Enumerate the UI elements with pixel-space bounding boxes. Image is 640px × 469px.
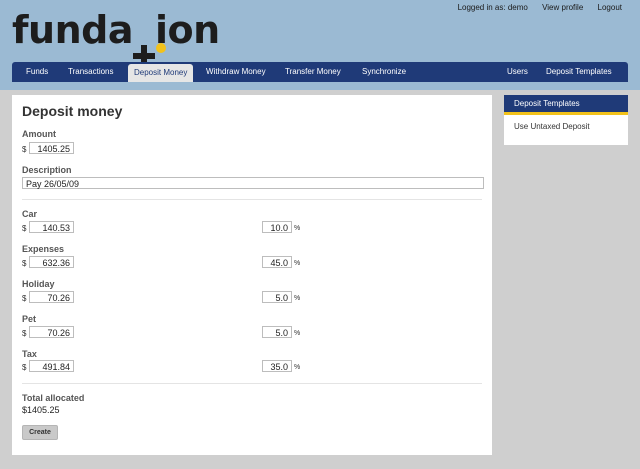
view-profile-link[interactable]: View profile — [542, 3, 583, 12]
category-amount-holiday[interactable]: 70.26 — [29, 291, 74, 303]
nav-deposit-money[interactable]: Deposit Money — [128, 64, 194, 82]
category-label-holiday: Holiday — [22, 279, 55, 289]
currency-symbol: $ — [22, 363, 27, 372]
category-percent-car[interactable]: 10.0 — [262, 221, 292, 233]
description-input[interactable]: Pay 26/05/09 — [22, 177, 484, 189]
category-amount-pet[interactable]: 70.26 — [29, 326, 74, 338]
category-amount-expenses[interactable]: 632.36 — [29, 256, 74, 268]
currency-symbol: $ — [22, 329, 27, 338]
user-links: Logged in as: demo View profile Logout — [446, 3, 622, 12]
percent-sign: % — [294, 330, 301, 337]
nav-withdraw-money[interactable]: Withdraw Money — [206, 62, 266, 82]
nav-transactions[interactable]: Transactions — [68, 62, 114, 82]
percent-sign: % — [294, 295, 301, 302]
percent-sign: % — [294, 364, 301, 371]
deposit-templates-sidebar: Deposit Templates Use Untaxed Deposit — [504, 95, 628, 145]
currency-symbol: $ — [22, 294, 27, 303]
logout-link[interactable]: Logout — [598, 3, 622, 12]
category-percent-pet[interactable]: 5.0 — [262, 326, 292, 338]
header-bar: funda ion Logged in as: demo View profile… — [0, 0, 640, 90]
category-percent-tax[interactable]: 35.0 — [262, 360, 292, 372]
nav-transfer-money[interactable]: Transfer Money — [285, 62, 341, 82]
category-label-car: Car — [22, 209, 38, 219]
category-amount-car[interactable]: 140.53 — [29, 221, 74, 233]
nav-funds[interactable]: Funds — [26, 62, 48, 82]
divider — [22, 383, 482, 384]
category-percent-expenses[interactable]: 45.0 — [262, 256, 292, 268]
sidebar-item-use-untaxed-deposit[interactable]: Use Untaxed Deposit — [514, 122, 590, 131]
nav-deposit-templates[interactable]: Deposit Templates — [546, 62, 612, 82]
percent-sign: % — [294, 225, 301, 232]
category-label-pet: Pet — [22, 314, 37, 324]
amount-input[interactable]: 1405.25 — [29, 142, 74, 154]
create-button[interactable]: Create — [22, 425, 58, 440]
category-percent-holiday[interactable]: 5.0 — [262, 291, 292, 303]
deposit-form-panel: Deposit money Amount $ 1405.25 Descripti… — [12, 95, 492, 455]
amount-label: Amount — [22, 129, 56, 139]
fundation-logo[interactable]: funda ion — [12, 8, 220, 79]
total-allocated-value: $1405.25 — [22, 405, 60, 415]
total-allocated-label: Total allocated — [22, 393, 85, 403]
page-title: Deposit money — [22, 103, 123, 119]
description-label: Description — [22, 165, 72, 175]
main-nav: Funds Transactions Deposit Money Withdra… — [12, 62, 628, 82]
currency-symbol: $ — [22, 259, 27, 268]
percent-sign: % — [294, 260, 301, 267]
nav-users[interactable]: Users — [507, 62, 528, 82]
currency-symbol: $ — [22, 145, 27, 154]
sidebar-title: Deposit Templates — [504, 95, 628, 115]
logged-in-text: Logged in as: demo — [457, 3, 528, 12]
category-label-tax: Tax — [22, 349, 37, 359]
currency-symbol: $ — [22, 224, 27, 233]
nav-synchronize[interactable]: Synchronize — [362, 62, 406, 82]
divider — [22, 199, 482, 200]
category-amount-tax[interactable]: 491.84 — [29, 360, 74, 372]
category-label-expenses: Expenses — [22, 244, 65, 254]
